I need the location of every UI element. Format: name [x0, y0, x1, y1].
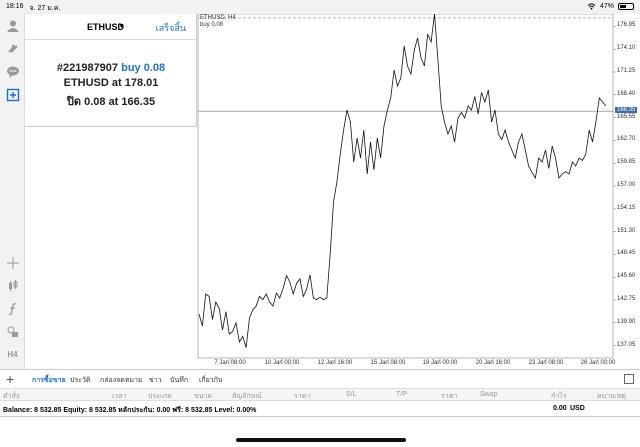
terminal-tab-bar: + การซื้อขาย ประวัติ กล่องจดหมาย ข่าว บั… [0, 369, 640, 388]
col-tp: T/P [396, 391, 407, 398]
tab-news[interactable]: ข่าว [149, 375, 162, 386]
x-tick-label: 26 Jan 00:00 [580, 360, 616, 366]
open-symbol-label: ETHUSD at [63, 77, 122, 89]
y-tick-label: 145.60 [617, 273, 636, 280]
col-sl: S/L [346, 391, 357, 398]
x-tick-label: 20 Jan 16:00 [475, 360, 511, 366]
balance-summary: Balance: 8 532.85 Equity: 8 532.85 หลักป… [3, 407, 257, 414]
chevron-down-icon[interactable]: ▼ [118, 23, 125, 30]
y-tick-label: 171.25 [617, 68, 636, 74]
status-time: 18:16 [6, 3, 24, 10]
y-tick-label: 137.05 [617, 341, 636, 348]
col-swap: Swap [480, 391, 498, 398]
expand-icon[interactable] [624, 374, 634, 384]
y-tick-label: 154.15 [617, 204, 636, 211]
close-label: ปิด 0.08 at [66, 96, 119, 108]
tab-mailbox[interactable]: กล่องจดหมาย [100, 375, 142, 386]
tab-journal[interactable]: บันทึก [170, 375, 188, 386]
y-tick-label: 151.30 [617, 227, 636, 234]
y-tick-label: 165.55 [617, 113, 636, 120]
status-date: จ. 27 ม.ค. [29, 5, 61, 12]
candles-icon[interactable] [4, 277, 21, 294]
status-bar: 18:16 จ. 27 ม.ค. 47% [0, 0, 640, 14]
trade-table-header: คำสั่ง เวลา ประเภท ขนาด สัญลักษณ์ ราคา S… [0, 388, 640, 401]
y-tick-label: 162.70 [617, 136, 636, 143]
wifi-icon [587, 3, 596, 10]
currency-label: USD [570, 405, 585, 412]
order-line: #221987907 buy 0.08 [25, 62, 197, 74]
timeframe-icon[interactable]: H4 [4, 346, 21, 363]
chart-subtitle: buy 0.08 [200, 22, 224, 28]
chart-canvas[interactable] [197, 14, 640, 369]
done-button[interactable]: เสร็จสิ้น [156, 21, 186, 35]
close-price: 166.35 [121, 96, 156, 108]
x-tick-label: 7 Jan 08:00 [214, 360, 246, 366]
open-price-line: ETHUSD at 178.01 [25, 77, 197, 89]
objects-icon[interactable] [4, 323, 21, 340]
price-chart[interactable]: ETHUSD, H4 buy 0.08 176.95 174.10 171.25 16… [197, 14, 640, 369]
y-tick-label: 176.95 [617, 22, 636, 29]
tab-trade[interactable]: การซื้อขาย [32, 375, 66, 386]
y-tick-label: 174.10 [617, 45, 636, 52]
order-id: #221987907 [56, 62, 119, 74]
price-series-line [198, 14, 607, 348]
chart-title: ETHUSD, H4 [200, 15, 236, 21]
x-tick-label: 18 Jan 00:00 [422, 360, 458, 366]
left-toolbar: H4 [0, 14, 25, 369]
battery-icon [618, 3, 634, 10]
indicators-icon[interactable] [4, 300, 21, 317]
crosshair-icon[interactable] [4, 254, 21, 271]
current-price-tag: 166.35 [615, 107, 638, 114]
open-price: 178.01 [124, 77, 159, 89]
x-tick-label: 10 Jan 00:00 [264, 360, 300, 366]
trade-arrows-icon[interactable] [4, 40, 21, 57]
chat-icon[interactable] [4, 63, 21, 80]
y-tick-label: 148.45 [617, 250, 636, 257]
battery-percent: 47% [599, 3, 614, 10]
new-order-icon[interactable] [4, 86, 21, 103]
total-profit: 0.00 [553, 405, 567, 412]
y-tick-label: 168.40 [617, 90, 636, 97]
x-tick-label: 12 Jan 16:00 [317, 360, 353, 366]
y-tick-label: 157.00 [617, 182, 636, 188]
y-tick-label: 139.90 [617, 318, 636, 325]
plus-icon[interactable]: + [6, 371, 14, 387]
y-tick-label: 159.85 [617, 159, 636, 166]
x-tick-label: 15 Jan 08:00 [370, 360, 406, 366]
order-result-panel: ETHUSD ▼ เสร็จสิ้น #221987907 buy 0.08 E… [25, 14, 197, 127]
panel-header: ETHUSD ▼ เสร็จสิ้น [25, 14, 196, 40]
home-indicator [236, 438, 406, 442]
close-price-line: ปิด 0.08 at 166.35 [25, 92, 197, 110]
balance-row: Balance: 8 532.85 Equity: 8 532.85 หลักป… [0, 401, 640, 417]
tab-history[interactable]: ประวัติ [70, 375, 90, 386]
x-tick-label: 23 Jan 08:00 [528, 360, 564, 366]
plot-frame [197, 14, 614, 359]
account-icon[interactable] [4, 17, 21, 34]
tab-about[interactable]: เกี่ยวกับ [199, 375, 222, 386]
order-action: buy 0.08 [121, 62, 166, 74]
y-tick-label: 142.75 [617, 296, 636, 302]
